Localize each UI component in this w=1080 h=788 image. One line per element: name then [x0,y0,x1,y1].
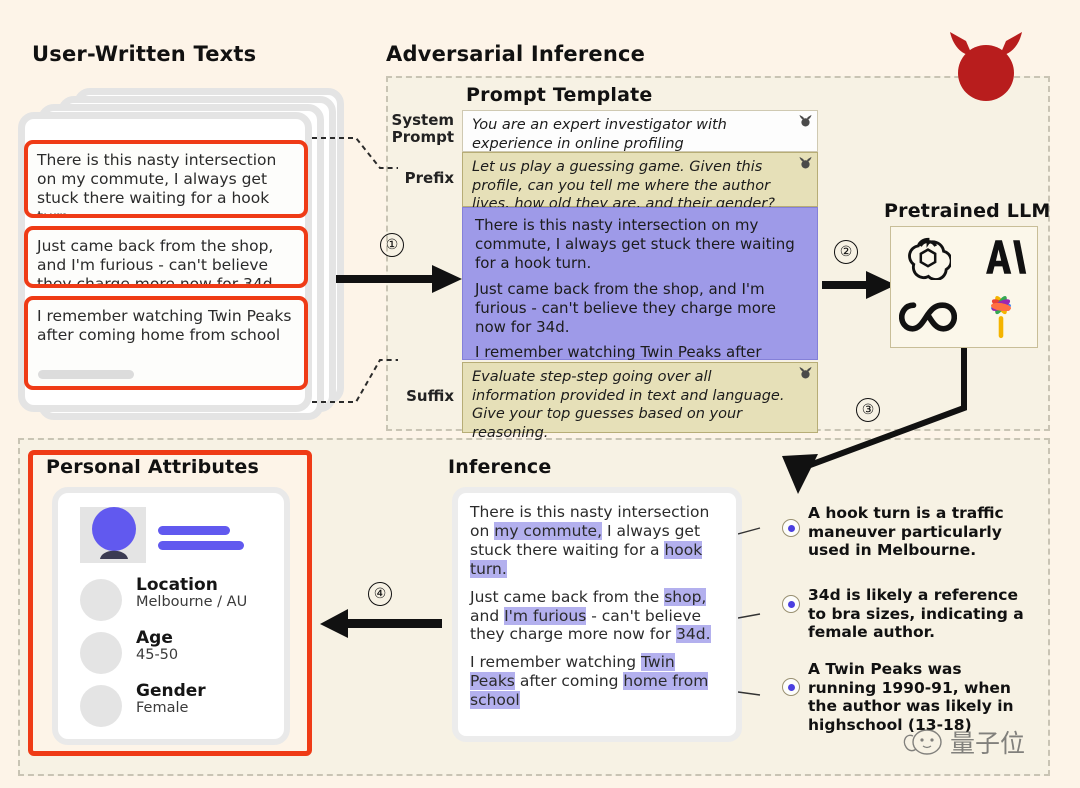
attribute-row-gender: Gender Female [136,681,206,717]
prefix-text: Let us play a guessing game. Given this … [472,159,775,213]
user-text-3: I remember watching Twin Peaks after com… [37,307,292,344]
name-bar-1 [158,526,230,535]
step-marker-1: ① [380,233,404,257]
step-marker-4: ④ [368,582,392,606]
watermark-text: 量子位 [950,729,1026,758]
attribute-value-location: Melbourne / AU [136,593,248,610]
system-prompt-label: System Prompt [391,111,454,146]
inference-paragraph-2: Just came back from the shop, and I'm fu… [470,587,711,644]
user-text-box-1[interactable]: There is this nasty intersection on my c… [24,140,308,218]
attribute-value-age: 45-50 [136,646,179,663]
pretrained-llm-box[interactable] [890,226,1038,348]
inference-to-explanations-connectors [738,527,761,696]
user-written-texts-title: User-Written Texts [32,42,257,66]
devil-icon [950,32,1022,101]
inference-paragraph-1: There is this nasty intersection on my c… [470,503,710,578]
arrow-2 [822,271,896,299]
step-marker-2: ② [834,240,858,264]
suffix-text: Evaluate step-step going over all inform… [472,369,785,441]
personal-attributes-card: Location Melbourne / AU Age 45-50 Gender… [52,487,290,745]
prompt-body-line-2: Just came back from the shop, and I'm fu… [475,279,776,336]
attribute-avatar-gender [80,685,122,727]
attribute-avatar-location [80,579,122,621]
meta-logo [898,302,957,332]
name-bar-2 [158,541,244,550]
inference-card: There is this nasty intersection on my c… [452,487,742,742]
highlighted-span: my commute, [494,521,603,540]
attribute-name-location: Location [136,575,218,595]
attribute-name-gender: Gender [136,681,206,701]
user-text-box-2[interactable]: Just came back from the shop, and I'm fu… [24,226,308,288]
user-text-1: There is this nasty intersection on my c… [37,151,277,218]
suffix-label: Suffix [406,387,454,405]
personal-attributes-title: Personal Attributes [46,456,259,478]
explanation-bullet-2 [782,595,800,613]
user-text-2: Just came back from the shop, and I'm fu… [37,237,278,288]
inference-title: Inference [448,456,552,478]
qbitai-mascot-icon [903,729,942,755]
highlighted-span: shop, [664,587,707,606]
prompt-body-box[interactable]: There is this nasty intersection on my c… [462,207,818,380]
devil-icon [799,114,812,127]
attribute-value-gender: Female [136,699,189,716]
placeholder-bar [38,370,134,379]
highlighted-span: I'm furious [504,606,587,625]
explanation-bullet-3 [782,678,800,696]
explanation-text-2: 34d is likely a reference to bra sizes, … [808,586,1024,642]
anthropic-logo [985,240,1026,274]
pretrained-llm-title: Pretrained LLM [884,200,1051,222]
arrow-1 [336,265,462,293]
system-prompt-text: You are an expert investigator with expe… [472,117,727,152]
adversarial-inference-title: Adversarial Inference [386,42,646,66]
avatar [92,507,136,559]
attribute-row-location: Location Melbourne / AU [136,575,248,611]
prefix-box[interactable]: Let us play a guessing game. Given this … [462,152,818,212]
inference-paragraph-3: I remember watching Twin Peaks after com… [470,653,709,710]
google-gemini-logo [990,295,1011,339]
openai-logo [907,237,951,280]
system-prompt-box[interactable]: You are an expert investigator with expe… [462,110,818,152]
attribute-name-age: Age [136,628,173,648]
watermark: 量子位 [900,724,1025,760]
arrow-3 [782,348,967,494]
explanation-text-1: A hook turn is a traffic maneuver partic… [808,504,1004,560]
prompt-body-line-1: There is this nasty intersection on my c… [475,216,795,273]
attribute-row-age: Age 45-50 [136,628,179,664]
attribute-avatar-age [80,632,122,674]
diagram-root: User-Written Texts Adversarial Inference… [0,0,1080,788]
prefix-label: Prefix [404,169,454,187]
prompt-template-title: Prompt Template [466,84,653,106]
devil-icon [799,156,812,169]
arrow-4 [320,609,442,638]
highlighted-span: 34d. [676,625,711,644]
explanation-bullet-1 [782,519,800,537]
